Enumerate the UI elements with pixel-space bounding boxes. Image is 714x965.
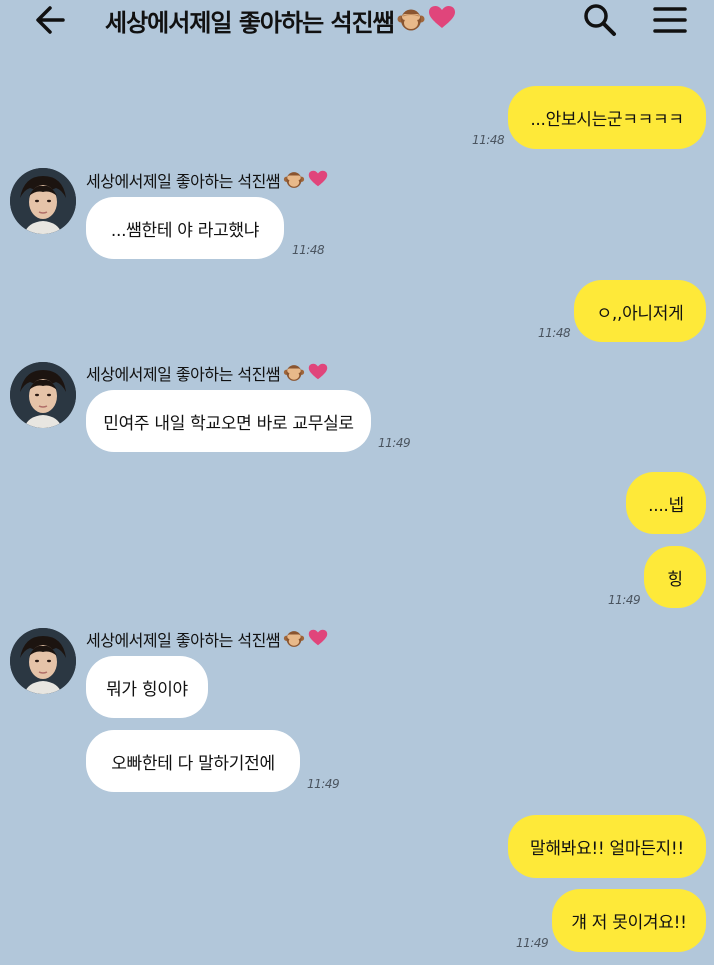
sender-avatar[interactable] — [10, 168, 76, 234]
sender-name-text: 세상에서제일 좋아하는 석진쌤 — [86, 365, 281, 384]
message-text: 오빠한테 다 말하기전에 — [111, 753, 275, 774]
see-no-evil-monkey-icon — [283, 171, 305, 189]
their-message-bubble[interactable]: ...쌤한테 야 라고했냐 — [86, 197, 284, 259]
see-no-evil-monkey-icon — [283, 364, 305, 382]
their-message-bubble[interactable]: 민여주 내일 학교오면 바로 교무실로 — [86, 390, 371, 452]
sender-name-text: 세상에서제일 좋아하는 석진쌤 — [86, 172, 281, 191]
my-message-bubble[interactable]: ...안보시는군ㅋㅋㅋㅋ — [508, 86, 706, 149]
message-text: ㅇ,,아니저게 — [596, 303, 684, 324]
message-time: 11:48 — [292, 243, 325, 257]
heart-icon — [308, 363, 328, 384]
sender-name: 세상에서제일 좋아하는 석진쌤 — [86, 168, 328, 192]
my-message-bubble[interactable]: ㅇ,,아니저게 — [574, 280, 706, 342]
back-button[interactable] — [28, 0, 72, 40]
message-text: 말해봐요!! 얼마든지!! — [530, 839, 684, 859]
heart-icon — [308, 629, 328, 650]
my-message-bubble[interactable]: ....넵 — [626, 472, 706, 534]
chat-title-text: 세상에서제일 좋아하는 석진쌤 — [105, 8, 395, 37]
my-message-bubble[interactable]: 말해봐요!! 얼마든지!! — [508, 815, 706, 878]
my-message-bubble[interactable]: 걔 저 못이겨요!! — [552, 889, 706, 952]
message-text: 힝 — [667, 569, 683, 590]
their-message-bubble[interactable]: 뭐가 힝이야 — [86, 656, 208, 718]
sender-avatar[interactable] — [10, 628, 76, 694]
hamburger-menu-icon — [653, 7, 687, 33]
sender-avatar[interactable] — [10, 362, 76, 428]
message-time: 11:48 — [472, 133, 505, 147]
message-time: 11:49 — [608, 593, 641, 607]
message-time: 11:48 — [538, 326, 571, 340]
their-message-bubble[interactable]: 오빠한테 다 말하기전에 — [86, 730, 300, 792]
heart-icon — [308, 170, 328, 191]
message-text: 뭐가 힝이야 — [106, 679, 188, 700]
message-text: ....넵 — [648, 495, 684, 516]
see-no-evil-monkey-icon — [283, 630, 305, 648]
my-message-bubble[interactable]: 힝 — [644, 546, 706, 608]
search-button[interactable] — [578, 0, 622, 40]
message-time: 11:49 — [378, 436, 411, 450]
sender-name-text: 세상에서제일 좋아하는 석진쌤 — [86, 631, 281, 650]
chat-header: 세상에서제일 좋아하는 석진쌤 — [0, 0, 714, 40]
arrow-left-icon — [36, 6, 65, 34]
menu-button[interactable] — [648, 0, 692, 40]
sender-name: 세상에서제일 좋아하는 석진쌤 — [86, 627, 328, 651]
heart-icon — [428, 5, 456, 35]
message-text: 걔 저 못이겨요!! — [571, 913, 687, 933]
chat-title: 세상에서제일 좋아하는 석진쌤 — [105, 4, 456, 37]
search-icon — [584, 4, 616, 36]
message-text: ...안보시는군ㅋㅋㅋㅋ — [530, 110, 684, 130]
sender-name: 세상에서제일 좋아하는 석진쌤 — [86, 361, 328, 385]
message-text: ...쌤한테 야 라고했냐 — [110, 220, 260, 241]
message-time: 11:49 — [516, 936, 549, 950]
message-time: 11:49 — [307, 777, 340, 791]
message-text: 민여주 내일 학교오면 바로 교무실로 — [103, 413, 354, 434]
see-no-evil-monkey-icon — [397, 8, 425, 32]
